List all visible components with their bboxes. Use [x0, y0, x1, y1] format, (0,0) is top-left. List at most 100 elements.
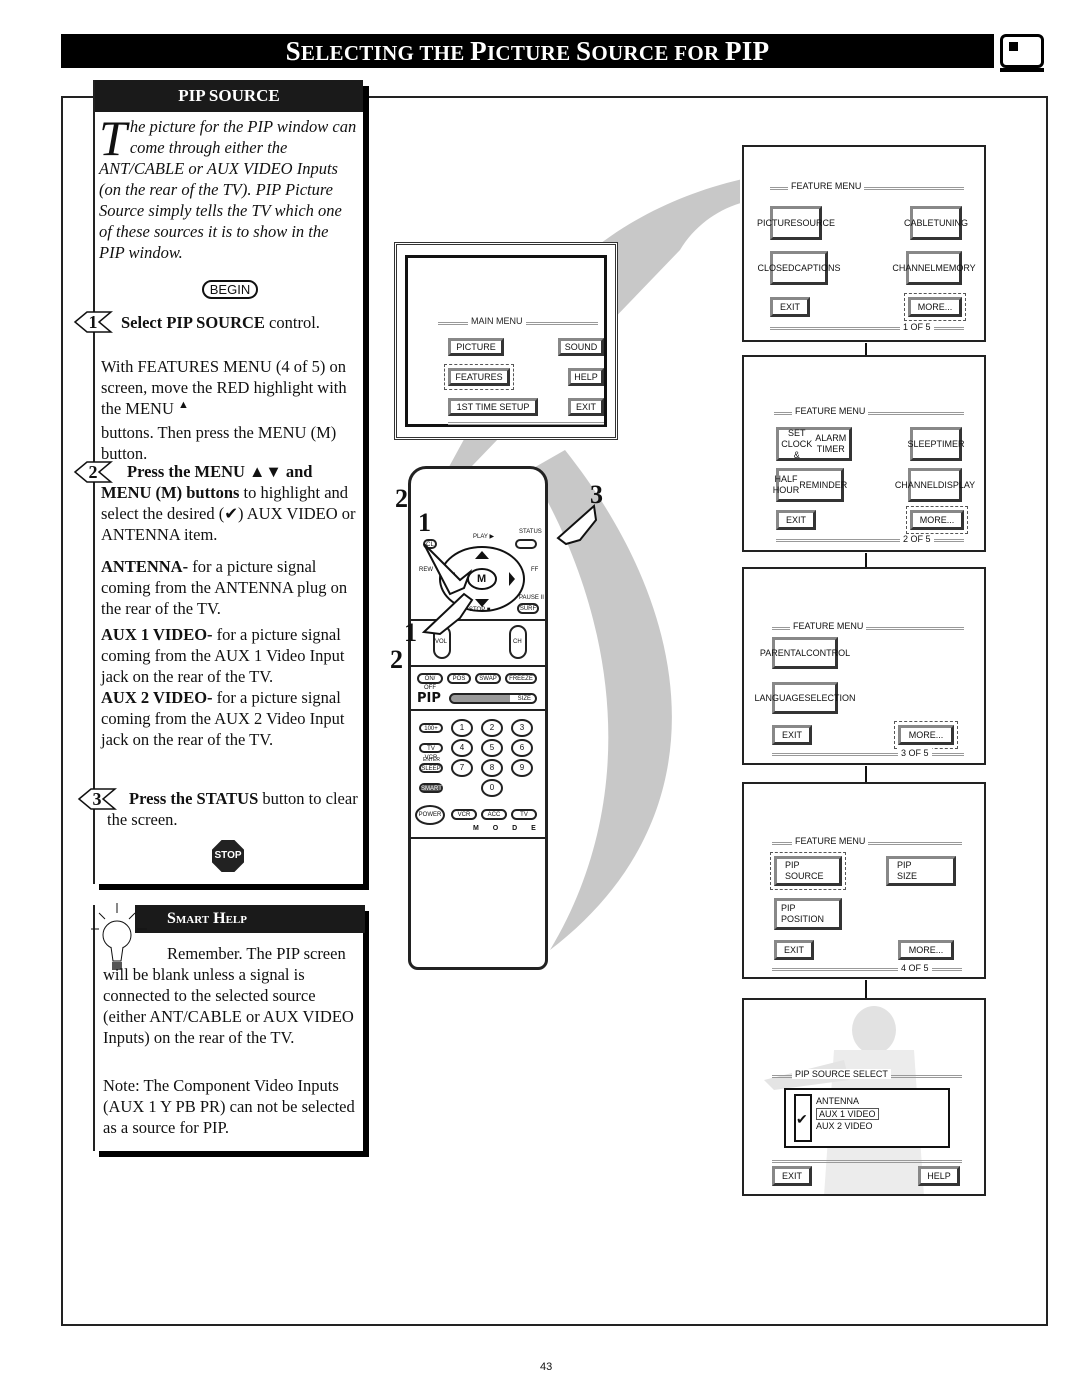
source-option-antenna[interactable]: ANTENNA — [816, 1096, 859, 1106]
menu-button-features[interactable]: FEATURES — [444, 364, 514, 390]
menu-button-sleep-timer[interactable]: SLEEP TIMER — [907, 427, 965, 461]
btn-line: CAPTIONS — [794, 262, 841, 273]
page-indicator: 2 OF 5 — [900, 534, 934, 544]
title-part: ICTURE — [486, 41, 576, 65]
menu-button-pip-position[interactable]: PIP POSITION — [774, 898, 842, 930]
menu-button-picture[interactable]: PICTURE — [448, 338, 504, 356]
btn-line: CONTROL — [806, 647, 851, 658]
menu-button-cable-tuning[interactable]: CABLE TUNING — [904, 206, 968, 240]
smart-help-text: Remember. The PIP screen will be blank u… — [103, 944, 354, 1047]
play-label: PLAY ▶ — [473, 534, 495, 540]
digit-button[interactable]: 6 — [511, 739, 533, 757]
digit-button[interactable]: 1 — [451, 719, 473, 737]
menu-title: FEATURE MENU — [788, 181, 865, 191]
sleep-button[interactable]: SLEEP — [419, 763, 443, 773]
menu-button-exit[interactable]: EXIT — [776, 510, 816, 530]
digit-button[interactable]: 4 — [451, 739, 473, 757]
source-option-aux2-video[interactable]: AUX 2 VIDEO — [816, 1121, 873, 1131]
btn-line: LANGUAGE — [754, 692, 805, 703]
mode-acc-button[interactable]: ACC — [481, 809, 507, 820]
vol-label: VOL — [435, 639, 448, 645]
surf-button[interactable]: SURF — [517, 603, 539, 614]
power-button[interactable]: POWER — [415, 805, 445, 825]
page-indicator: 1 OF 5 — [900, 322, 934, 332]
smart-button[interactable]: SMART — [419, 783, 443, 793]
source-option-aux1-video[interactable]: AUX 1 VIDEO — [816, 1108, 879, 1120]
menu-button-closed-captions[interactable]: CLOSED CAPTIONS — [757, 251, 841, 285]
menu-button-pip-source[interactable]: PIP SOURCE — [770, 852, 846, 890]
page-number: 43 — [540, 1361, 553, 1373]
menu-button-channel-memory[interactable]: CHANNEL MEMORY — [892, 251, 976, 285]
title-cap: S — [285, 36, 301, 66]
menu-button-exit[interactable]: EXIT — [770, 297, 810, 317]
btn-line: REMINDER — [799, 479, 848, 490]
menu-button-more[interactable]: MORE... — [894, 721, 958, 749]
title-part: OURCE FOR — [591, 41, 725, 65]
btn-line: POSITION — [781, 914, 825, 924]
menu-button-exit[interactable]: EXIT — [774, 940, 814, 960]
menu-button-more[interactable]: MORE... — [906, 506, 968, 534]
btn-line: SLEEP — [907, 438, 937, 449]
ch-label: CH — [513, 639, 522, 645]
btn-line: SOURCE — [785, 871, 824, 881]
menu-updown-icon: ▲ — [178, 399, 189, 411]
menu-button-pip-size[interactable]: PIP SIZE — [886, 856, 956, 886]
menu-button-help[interactable]: HELP — [568, 368, 604, 386]
menu-button-channel-display[interactable]: CHANNEL DISPLAY — [895, 468, 975, 502]
definition-term: AUX 2 VIDEO- — [101, 688, 213, 707]
pip-pos-button[interactable]: POS — [447, 673, 471, 684]
step-number-badge: 1 — [73, 310, 113, 334]
feature-menu-screen-2: FEATURE MENU SET CLOCK & ALARM TIMER SLEE… — [742, 355, 986, 552]
btn-line: CHANNEL — [894, 479, 938, 490]
menu-button-set-clock[interactable]: SET CLOCK & ALARM TIMER — [776, 427, 852, 461]
menu-title: FEATURE MENU — [792, 406, 869, 416]
pointing-hand-icon — [421, 592, 474, 636]
digit-button[interactable]: 5 — [481, 739, 503, 757]
step-heading-rest: control. — [264, 312, 320, 332]
menu-button-exit[interactable]: EXIT — [772, 725, 812, 745]
smart-help-title: Smart Help — [135, 905, 365, 933]
btn-line: PIP — [781, 903, 796, 913]
digit-button[interactable]: 2 — [481, 719, 503, 737]
pip-freeze-button[interactable]: FREEZE — [505, 673, 537, 684]
checkmark-icon: ✔ — [796, 1113, 808, 1128]
pip-onoff-button[interactable]: ON/ OFF — [417, 673, 443, 691]
title-cap: S — [576, 36, 592, 66]
digit-button[interactable]: 8 — [481, 759, 503, 777]
ff-label: FF — [531, 567, 539, 573]
100-plus-button[interactable]: 100+ — [419, 723, 443, 733]
digit-button[interactable]: 3 — [511, 719, 533, 737]
tv-vcr-button[interactable]: TV VCR — [419, 743, 443, 761]
mode-tv-button[interactable]: TV — [511, 809, 537, 820]
intro-text: he picture for the PIP window can come t… — [99, 117, 357, 262]
menu-button-exit[interactable]: EXIT — [568, 398, 604, 416]
menu-button-more[interactable]: MORE... — [904, 293, 966, 321]
btn-line: SOURCE — [796, 217, 836, 228]
begin-badge: BEGIN — [201, 280, 259, 299]
menu-button-sound[interactable]: SOUND — [558, 338, 604, 356]
digit-button[interactable]: 7 — [451, 759, 473, 777]
digit-button[interactable]: 0 — [481, 779, 503, 797]
status-label: STATUS — [519, 529, 542, 535]
definition-aux2: AUX 2 VIDEO- for a picture signal coming… — [101, 687, 363, 750]
step-body-rest: buttons. Then press the MENU (M) button. — [101, 423, 337, 463]
menu-button-exit[interactable]: EXIT — [772, 1166, 812, 1186]
menu-button-half-hour-reminder[interactable]: HALF HOUR REMINDER — [773, 468, 848, 502]
digit-button[interactable]: 9 — [511, 759, 533, 777]
menu-button-more[interactable]: MORE... — [898, 940, 954, 960]
step-heading: Press the STATUS — [129, 789, 259, 808]
btn-line: SET CLOCK & — [781, 427, 813, 460]
menu-button-parental-control[interactable]: PARENTAL CONTROL — [760, 637, 850, 669]
menu-button-picture-source[interactable]: PICTURE SOURCE — [757, 206, 835, 240]
pip-swap-button[interactable]: SWAP — [475, 673, 501, 684]
menu-button-first-time-setup[interactable]: 1ST TIME SETUP — [448, 398, 538, 416]
pip-logo: PIP — [417, 691, 441, 706]
mode-vcr-button[interactable]: VCR — [451, 809, 477, 820]
mode-label: M O D E — [473, 825, 542, 832]
callout-step-2: 2 — [395, 484, 408, 513]
panel-title: PIP SOURCE — [95, 80, 363, 112]
menu-button-language-selection[interactable]: LANGUAGE SELECTION — [754, 682, 856, 714]
menu-button-help[interactable]: HELP — [918, 1166, 960, 1186]
pip-size-button[interactable]: SIZE — [449, 693, 537, 704]
btn-line: CLOSED — [757, 262, 795, 273]
